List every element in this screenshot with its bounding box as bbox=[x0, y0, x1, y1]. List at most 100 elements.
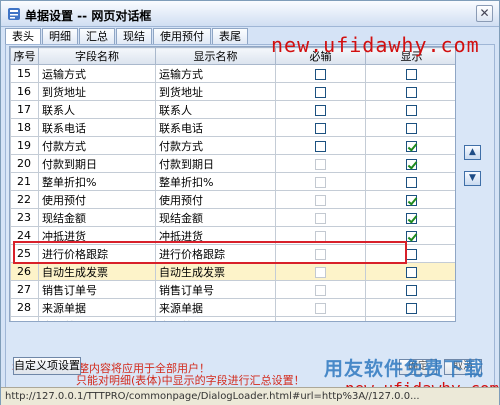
row-number: 22 bbox=[10, 190, 39, 209]
display-name-cell[interactable]: 销售订单号 bbox=[155, 280, 276, 299]
watermark-url-top: new.ufidawhy.com bbox=[271, 33, 480, 57]
col-header-seq[interactable]: 序号 bbox=[10, 47, 39, 65]
show-cell bbox=[365, 208, 455, 227]
tab-0[interactable]: 表头 bbox=[5, 28, 41, 45]
tab-panel: 序号 字段名称 显示名称 必输 显示 15 运输方式 运输方式 16 到货地址 到货地址 1… bbox=[5, 44, 495, 401]
col-header-field[interactable]: 字段名称 bbox=[38, 47, 156, 65]
display-name-cell[interactable]: 来源单据 bbox=[155, 298, 276, 317]
show-checkbox[interactable] bbox=[406, 212, 417, 224]
required-cell bbox=[275, 262, 366, 281]
show-checkbox[interactable] bbox=[406, 284, 417, 296]
status-bar: http://127.0.0.1/TTTPRO/commonpage/Dialo… bbox=[1, 387, 499, 405]
tab-2[interactable]: 汇总 bbox=[79, 28, 115, 45]
tab-4[interactable]: 使用预付 bbox=[153, 28, 211, 45]
show-checkbox[interactable] bbox=[406, 266, 417, 278]
required-cell bbox=[275, 64, 366, 83]
table-row[interactable]: 22 使用预付 使用预付 bbox=[10, 190, 455, 209]
show-checkbox[interactable] bbox=[406, 104, 417, 116]
show-cell bbox=[365, 190, 455, 209]
show-cell bbox=[365, 244, 455, 263]
row-number: 24 bbox=[10, 226, 39, 245]
field-name-cell: 联系电话 bbox=[38, 118, 156, 137]
tab-3[interactable]: 现结 bbox=[116, 28, 152, 45]
show-checkbox[interactable] bbox=[406, 158, 417, 170]
row-number: 26 bbox=[10, 262, 39, 281]
display-name-cell[interactable]: 进行价格跟踪 bbox=[155, 244, 276, 263]
display-name-cell[interactable]: 现结金额 bbox=[155, 208, 276, 227]
field-name-cell: 来源单据 bbox=[38, 298, 156, 317]
field-name-cell: 来源单号 bbox=[38, 316, 156, 321]
show-checkbox[interactable] bbox=[406, 68, 417, 80]
show-cell bbox=[365, 280, 455, 299]
display-name-cell[interactable]: 联系电话 bbox=[155, 118, 276, 137]
show-cell bbox=[365, 118, 455, 137]
field-name-cell: 自动生成发票 bbox=[38, 262, 156, 281]
required-cell bbox=[275, 118, 366, 137]
tip-line-2: 只能对明细(表体)中显示的字段进行汇总设置！ bbox=[76, 374, 305, 387]
display-name-cell[interactable]: 使用预付 bbox=[155, 190, 276, 209]
table-row[interactable]: 26 自动生成发票 自动生成发票 bbox=[10, 262, 455, 281]
show-checkbox[interactable] bbox=[406, 176, 417, 188]
display-name-cell[interactable]: 冲抵进货 bbox=[155, 226, 276, 245]
table-row[interactable]: 24 冲抵进货 冲抵进货 bbox=[10, 226, 455, 245]
required-checkbox[interactable] bbox=[315, 140, 326, 152]
required-checkbox bbox=[315, 212, 326, 224]
display-name-cell[interactable]: 自动生成发票 bbox=[155, 262, 276, 281]
required-cell bbox=[275, 208, 366, 227]
table-row[interactable]: 27 销售订单号 销售订单号 bbox=[10, 280, 455, 299]
close-button[interactable]: ✕ bbox=[476, 5, 493, 22]
required-checkbox[interactable] bbox=[315, 122, 326, 134]
show-checkbox[interactable] bbox=[406, 140, 417, 152]
display-name-cell[interactable]: 付款到期日 bbox=[155, 154, 276, 173]
table-row[interactable]: 21 整单折扣% 整单折扣% bbox=[10, 172, 455, 191]
table-row[interactable]: 25 进行价格跟踪 进行价格跟踪 bbox=[10, 244, 455, 263]
move-down-button[interactable]: ▼ bbox=[464, 171, 481, 186]
show-checkbox[interactable] bbox=[406, 122, 417, 134]
show-checkbox[interactable] bbox=[406, 230, 417, 242]
required-cell bbox=[275, 82, 366, 101]
required-cell bbox=[275, 244, 366, 263]
required-checkbox[interactable] bbox=[315, 68, 326, 80]
field-name-cell: 现结金额 bbox=[38, 208, 156, 227]
table-row[interactable]: 28 来源单据 来源单据 bbox=[10, 298, 455, 317]
display-name-cell[interactable]: 到货地址 bbox=[155, 82, 276, 101]
field-grid: 序号 字段名称 显示名称 必输 显示 15 运输方式 运输方式 16 到货地址 到货地址 1… bbox=[9, 46, 456, 322]
col-header-display[interactable]: 显示名称 bbox=[155, 47, 276, 65]
display-name-cell[interactable]: 来源单号 bbox=[155, 316, 276, 321]
field-name-cell: 到货地址 bbox=[38, 82, 156, 101]
custom-item-settings-button[interactable]: 自定义项设置 bbox=[13, 357, 81, 375]
show-cell bbox=[365, 298, 455, 317]
show-cell bbox=[365, 154, 455, 173]
table-row[interactable]: 23 现结金额 现结金额 bbox=[10, 208, 455, 227]
display-name-cell[interactable]: 联系人 bbox=[155, 100, 276, 119]
show-checkbox[interactable] bbox=[406, 194, 417, 206]
field-name-cell: 进行价格跟踪 bbox=[38, 244, 156, 263]
tab-5[interactable]: 表尾 bbox=[212, 28, 248, 45]
required-checkbox[interactable] bbox=[315, 104, 326, 116]
tab-1[interactable]: 明细 bbox=[42, 28, 78, 45]
display-name-cell[interactable]: 整单折扣% bbox=[155, 172, 276, 191]
show-checkbox[interactable] bbox=[406, 86, 417, 98]
table-row[interactable]: 15 运输方式 运输方式 bbox=[10, 64, 455, 83]
move-up-button[interactable]: ▲ bbox=[464, 145, 481, 160]
table-row[interactable]: 18 联系电话 联系电话 bbox=[10, 118, 455, 137]
display-name-cell[interactable]: 运输方式 bbox=[155, 64, 276, 83]
show-checkbox[interactable] bbox=[406, 320, 417, 321]
dialog-window: 单据设置 -- 网页对话框 ✕ 表头 明细 汇总 现结 使用预付 表尾 序号 字段名称 显… bbox=[0, 0, 500, 405]
table-row[interactable]: 16 到货地址 到货地址 bbox=[10, 82, 455, 101]
field-name-cell: 冲抵进货 bbox=[38, 226, 156, 245]
required-cell bbox=[275, 226, 366, 245]
table-row[interactable]: 29来源单号来源单号 bbox=[10, 316, 455, 321]
table-row[interactable]: 17 联系人 联系人 bbox=[10, 100, 455, 119]
required-cell bbox=[275, 100, 366, 119]
show-cell bbox=[365, 136, 455, 155]
show-checkbox[interactable] bbox=[406, 248, 417, 260]
display-name-cell[interactable]: 付款方式 bbox=[155, 136, 276, 155]
required-checkbox[interactable] bbox=[315, 86, 326, 98]
row-number: 28 bbox=[10, 298, 39, 317]
show-checkbox[interactable] bbox=[406, 302, 417, 314]
required-cell bbox=[275, 190, 366, 209]
table-row[interactable]: 19 付款方式 付款方式 bbox=[10, 136, 455, 155]
table-row[interactable]: 20 付款到期日 付款到期日 bbox=[10, 154, 455, 173]
row-number: 17 bbox=[10, 100, 39, 119]
